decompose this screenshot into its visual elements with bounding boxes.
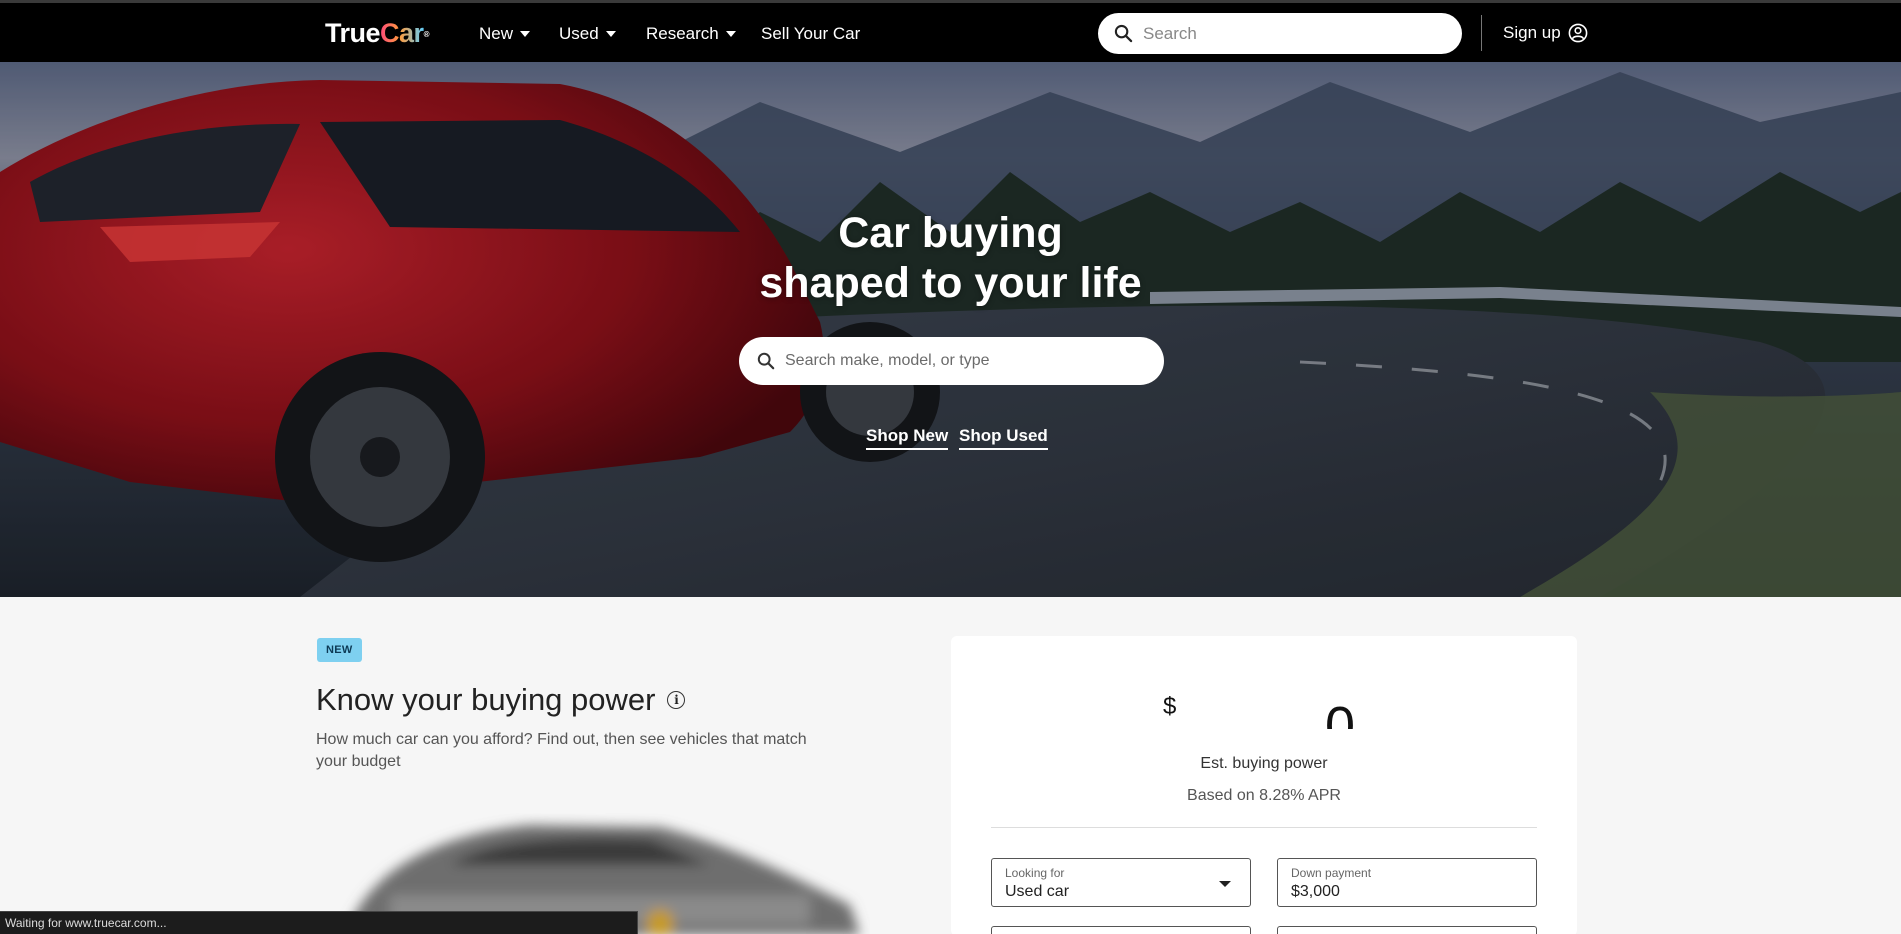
new-badge: NEW — [317, 638, 362, 662]
hero-search-box[interactable] — [739, 337, 1164, 385]
logo-text-car: Car — [380, 18, 424, 48]
search-icon — [1114, 24, 1133, 43]
nav-item-research[interactable]: Research — [646, 23, 736, 45]
apr-label: Based on 8.28% APR — [1187, 787, 1341, 804]
nav-divider — [1481, 15, 1482, 51]
hero-heading-line-2: shaped to your life — [759, 259, 1142, 307]
browser-status-bar: Waiting for www.truecar.com... — [0, 911, 638, 934]
hero-heading-line-1: Car buying — [838, 209, 1063, 257]
nav-item-research-label: Research — [646, 24, 719, 43]
search-icon — [757, 352, 775, 370]
shop-used-link[interactable]: Shop Used — [959, 426, 1048, 450]
chevron-down-icon — [725, 31, 736, 37]
looking-for-label: Looking for — [1005, 866, 1065, 880]
next-field-left[interactable] — [991, 926, 1251, 934]
user-account-icon — [1568, 23, 1588, 43]
hero-search-input[interactable] — [785, 352, 1145, 370]
buying-power-title: Know your buying power i — [316, 681, 686, 719]
down-payment-value: $3,000 — [1291, 883, 1340, 900]
hero-background-image — [0, 62, 1901, 597]
sign-up-label: Sign up — [1503, 23, 1561, 42]
down-payment-label: Down payment — [1291, 866, 1372, 880]
buying-power-title-text: Know your buying power — [316, 682, 656, 717]
looking-for-select[interactable]: Looking for Used car — [991, 858, 1251, 907]
nav-item-used-label: Used — [559, 24, 599, 43]
nav-item-new[interactable]: New — [479, 23, 531, 45]
shop-new-link[interactable]: Shop New — [866, 426, 949, 450]
card-divider — [991, 827, 1537, 828]
hero-heading: Car buying shaped to your life — [0, 208, 1901, 308]
chevron-down-icon — [605, 31, 616, 37]
info-icon[interactable]: i — [667, 691, 686, 709]
est-buying-power-label: Est. buying power — [1200, 755, 1328, 772]
top-navbar: TrueCar® New Used Research Sell Your Car… — [0, 0, 1901, 62]
buying-power-description: How much car can you afford? Find out, t… — [316, 731, 807, 770]
next-field-right[interactable] — [1277, 926, 1537, 934]
hero-banner: Car buying shaped to your life Shop New … — [0, 62, 1901, 597]
nav-item-sell-label: Sell Your Car — [761, 24, 861, 43]
nav-search-input[interactable] — [1143, 23, 1443, 44]
logo-text-true: True — [325, 18, 381, 48]
buying-power-amount: 0 — [1325, 696, 1356, 729]
nav-item-used[interactable]: Used — [559, 23, 616, 45]
nav-search-box[interactable] — [1098, 13, 1462, 54]
currency-symbol: $ — [1163, 693, 1177, 720]
looking-for-value: Used car — [1005, 883, 1070, 900]
nav-item-new-label: New — [479, 24, 514, 43]
chevron-down-icon — [520, 31, 531, 37]
chevron-down-icon — [1219, 881, 1231, 887]
sign-up-button[interactable]: Sign up — [1503, 23, 1588, 43]
truecar-logo[interactable]: TrueCar® — [325, 18, 430, 48]
buying-power-card: $ 0 Est. buying power Based on 8.28% APR… — [951, 636, 1577, 934]
down-payment-field[interactable]: Down payment $3,000 — [1277, 858, 1537, 907]
logo-registered-mark: ® — [423, 30, 430, 39]
nav-item-sell-your-car[interactable]: Sell Your Car — [761, 23, 860, 45]
